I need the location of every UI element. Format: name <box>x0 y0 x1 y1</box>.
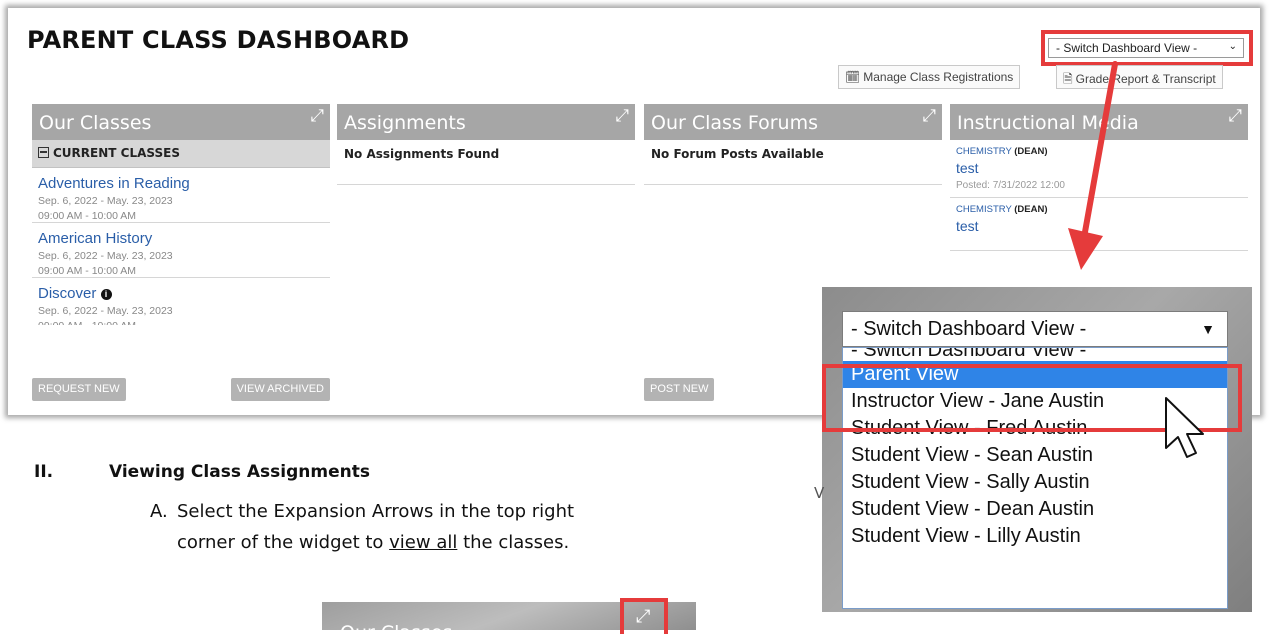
class-dates: Sep. 6, 2022 - May. 23, 2023 <box>38 305 173 317</box>
expand-arrows-icon[interactable]: ⤢ <box>310 106 324 126</box>
class-time: 09:00 AM - 10:00 AM <box>38 320 324 325</box>
zoom-select-value: - Switch Dashboard View - <box>851 318 1087 340</box>
media-category: CHEMISTRY (DEAN) <box>956 146 1242 157</box>
option-student-sean[interactable]: Student View - Sean Austin <box>843 442 1227 469</box>
class-dates: Sep. 6, 2022 - May. 23, 2023 <box>38 195 173 207</box>
class-item[interactable]: Adventures in Reading Sep. 6, 2022 - May… <box>32 168 330 223</box>
option-student-sally[interactable]: Student View - Sally Austin <box>843 469 1227 496</box>
current-classes-label: CURRENT CLASSES <box>53 146 180 160</box>
option-student-dean[interactable]: Student View - Dean Austin <box>843 496 1227 523</box>
media-title-link[interactable]: test <box>956 160 1242 176</box>
media-person: (DEAN) <box>1014 204 1048 215</box>
step-text-2b: the classes. <box>457 532 570 553</box>
option-student-lilly[interactable]: Student View - Lilly Austin <box>843 523 1227 550</box>
assignments-title: Assignments <box>344 112 466 134</box>
forums-empty-message: No Forum Posts Available <box>644 140 942 185</box>
instructional-media-widget: Instructional Media ⤢ CHEMISTRY (DEAN) t… <box>950 104 1248 251</box>
section-number: II. <box>34 462 54 482</box>
grade-report-label: Grade Report & Transcript <box>1075 72 1216 86</box>
section-heading: II. Viewing Class Assignments <box>34 462 370 482</box>
media-title-link[interactable]: test <box>956 218 1242 234</box>
triangle-down-icon: ▼ <box>1201 321 1215 337</box>
assignments-widget: Assignments ⤢ No Assignments Found <box>337 104 635 185</box>
highlight-switch-view <box>1041 30 1253 66</box>
our-classes-widget: Our Classes ⤢ CURRENT CLASSES Adventures… <box>32 104 330 404</box>
step-instruction: A. Select the Expansion Arrows in the top… <box>150 496 750 558</box>
manage-registrations-button[interactable]: 🗓 Manage Class Registrations <box>838 65 1021 89</box>
step-text-underlined: view all <box>389 532 458 553</box>
media-item[interactable]: CHEMISTRY (DEAN) test <box>950 198 1248 251</box>
section-title: Viewing Class Assignments <box>109 462 370 482</box>
step-text-2a: corner of the widget to <box>177 532 390 553</box>
highlight-parent-view <box>822 364 1242 432</box>
class-forums-title: Our Class Forums <box>651 112 819 134</box>
media-person: (DEAN) <box>1014 146 1048 157</box>
partial-letter: V <box>814 484 825 502</box>
zoom-bottom-strip <box>822 612 1252 630</box>
media-item[interactable]: CHEMISTRY (DEAN) test Posted: 7/31/2022 … <box>950 140 1248 198</box>
class-name-link[interactable]: American History <box>38 230 324 247</box>
page-title: PARENT CLASS DASHBOARD <box>27 26 410 54</box>
mini-expand-arrows-icon: ⤢ <box>636 606 651 626</box>
step-line-2: corner of the widget to view all the cla… <box>150 527 750 558</box>
info-icon[interactable]: i <box>100 289 112 300</box>
class-forums-header: Our Class Forums ⤢ <box>644 104 942 140</box>
media-posted-date: Posted: 7/31/2022 12:00 <box>956 180 1065 191</box>
request-new-button[interactable]: REQUEST NEW <box>32 378 126 401</box>
view-archived-button[interactable]: VIEW ARCHIVED <box>230 378 330 401</box>
expand-arrows-icon[interactable]: ⤢ <box>922 106 936 126</box>
calendar-check-icon: 🗓 <box>845 70 861 84</box>
zoom-switch-dashboard-select[interactable]: - Switch Dashboard View - ▼ <box>842 311 1228 347</box>
class-dates: Sep. 6, 2022 - May. 23, 2023 <box>38 250 173 262</box>
class-time: 09:00 AM - 10:00 AM <box>38 265 137 277</box>
class-name-row: Discover i <box>38 285 324 302</box>
document-icon: 🗎 <box>1063 72 1073 86</box>
media-category: CHEMISTRY (DEAN) <box>956 204 1242 215</box>
dropdown-zoom-callout: - Switch Dashboard View - ▼ - Switch Das… <box>822 287 1252 630</box>
class-name-link[interactable]: Discover <box>38 285 96 302</box>
current-classes-toggle[interactable]: CURRENT CLASSES <box>32 140 330 168</box>
expand-arrows-icon[interactable]: ⤢ <box>615 106 629 126</box>
grade-report-button[interactable]: 🗎 Grade Report & Transcript <box>1056 65 1223 89</box>
media-subject[interactable]: CHEMISTRY <box>956 204 1012 215</box>
our-classes-header: Our Classes ⤢ <box>32 104 330 140</box>
step-letter: A. <box>150 501 168 522</box>
class-time: 09:00 AM - 10:00 AM <box>38 210 137 222</box>
option-switch-view[interactable]: - Switch Dashboard View - <box>843 348 1227 361</box>
step-line-1: A. Select the Expansion Arrows in the top… <box>150 496 750 527</box>
collapse-icon <box>38 147 49 158</box>
post-new-button[interactable]: POST NEW <box>644 378 715 401</box>
step-text-1: Select the Expansion Arrows in the top r… <box>177 501 575 522</box>
assignments-empty-message: No Assignments Found <box>337 140 635 185</box>
assignments-header: Assignments ⤢ <box>337 104 635 140</box>
instructional-media-header: Instructional Media ⤢ <box>950 104 1248 140</box>
mini-widget-title: Our Classes <box>340 622 453 644</box>
instructional-media-title: Instructional Media <box>957 112 1139 134</box>
media-subject[interactable]: CHEMISTRY <box>956 146 1012 157</box>
our-classes-title: Our Classes <box>39 112 152 134</box>
class-item[interactable]: Discover i Sep. 6, 2022 - May. 23, 2023 … <box>32 278 330 333</box>
class-item[interactable]: American History Sep. 6, 2022 - May. 23,… <box>32 223 330 278</box>
class-name-link[interactable]: Adventures in Reading <box>38 175 324 192</box>
expand-arrows-icon[interactable]: ⤢ <box>1228 106 1242 126</box>
manage-registrations-label: Manage Class Registrations <box>863 70 1014 84</box>
